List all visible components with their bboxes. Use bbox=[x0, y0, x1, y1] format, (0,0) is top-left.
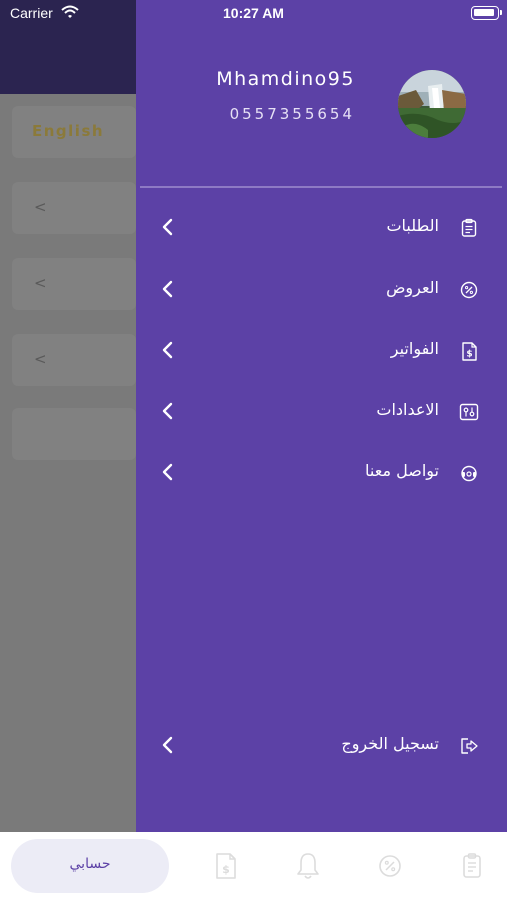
chevron-left-icon bbox=[162, 463, 173, 481]
logout-button[interactable]: تسجيل الخروج bbox=[136, 723, 507, 769]
menu-item-offers[interactable]: العروض bbox=[136, 267, 507, 313]
svg-text:$: $ bbox=[466, 350, 472, 360]
background-card[interactable]: < bbox=[12, 258, 136, 310]
support-icon bbox=[461, 465, 477, 482]
side-drawer: Mhamdino95 0557355654 الطلبات العروض الف… bbox=[136, 0, 507, 832]
chevron-left-icon bbox=[162, 341, 173, 359]
background-screen: English < < < bbox=[0, 0, 136, 832]
logout-label: تسجيل الخروج bbox=[341, 734, 439, 753]
clipboard-icon[interactable] bbox=[458, 851, 486, 881]
percent-icon[interactable] bbox=[376, 851, 404, 881]
chevron-left-icon bbox=[162, 280, 173, 298]
avatar[interactable] bbox=[398, 70, 466, 138]
tab-account[interactable]: حسابي bbox=[11, 839, 169, 893]
menu-item-label: العروض bbox=[386, 278, 439, 297]
username: Mhamdino95 bbox=[216, 68, 355, 90]
background-card[interactable]: < bbox=[12, 182, 136, 234]
menu-item-invoices[interactable]: الفواتير $ bbox=[136, 328, 507, 374]
chevron-left-icon: < bbox=[34, 198, 47, 216]
chevron-left-icon bbox=[162, 402, 173, 420]
clock-time: 10:27 AM bbox=[223, 5, 284, 21]
menu-item-label: تواصل معنا bbox=[365, 461, 439, 480]
status-bar: Carrier 10:27 AM bbox=[0, 0, 507, 28]
menu-item-contact-us[interactable]: تواصل معنا bbox=[136, 450, 507, 496]
chevron-left-icon bbox=[162, 218, 173, 236]
invoice-icon: $ bbox=[462, 342, 477, 361]
tab-account-label: حسابي bbox=[69, 856, 111, 872]
chevron-left-icon bbox=[162, 736, 173, 754]
logout-icon bbox=[461, 738, 478, 754]
language-card[interactable]: English bbox=[12, 106, 136, 158]
chevron-left-icon: < bbox=[34, 350, 47, 368]
chevron-left-icon: < bbox=[34, 274, 47, 292]
battery-icon bbox=[471, 6, 502, 20]
background-card[interactable]: < bbox=[12, 334, 136, 386]
bell-icon[interactable] bbox=[294, 851, 322, 881]
language-label: English bbox=[32, 122, 105, 140]
divider bbox=[140, 186, 502, 188]
menu-item-label: الطلبات bbox=[386, 216, 439, 235]
tab-bar: حسابي $ bbox=[0, 832, 507, 900]
menu-item-orders[interactable]: الطلبات bbox=[136, 205, 507, 251]
clipboard-icon bbox=[461, 218, 477, 237]
settings-icon bbox=[459, 403, 479, 421]
invoice-icon[interactable]: $ bbox=[212, 851, 240, 881]
background-card[interactable] bbox=[12, 408, 136, 460]
menu-item-label: الفواتير bbox=[390, 339, 439, 358]
menu-item-settings[interactable]: الاعدادات bbox=[136, 389, 507, 435]
percent-icon bbox=[460, 281, 478, 299]
menu-item-label: الاعدادات bbox=[376, 400, 439, 419]
phone-number: 0557355654 bbox=[229, 105, 355, 123]
svg-text:$: $ bbox=[222, 863, 230, 876]
